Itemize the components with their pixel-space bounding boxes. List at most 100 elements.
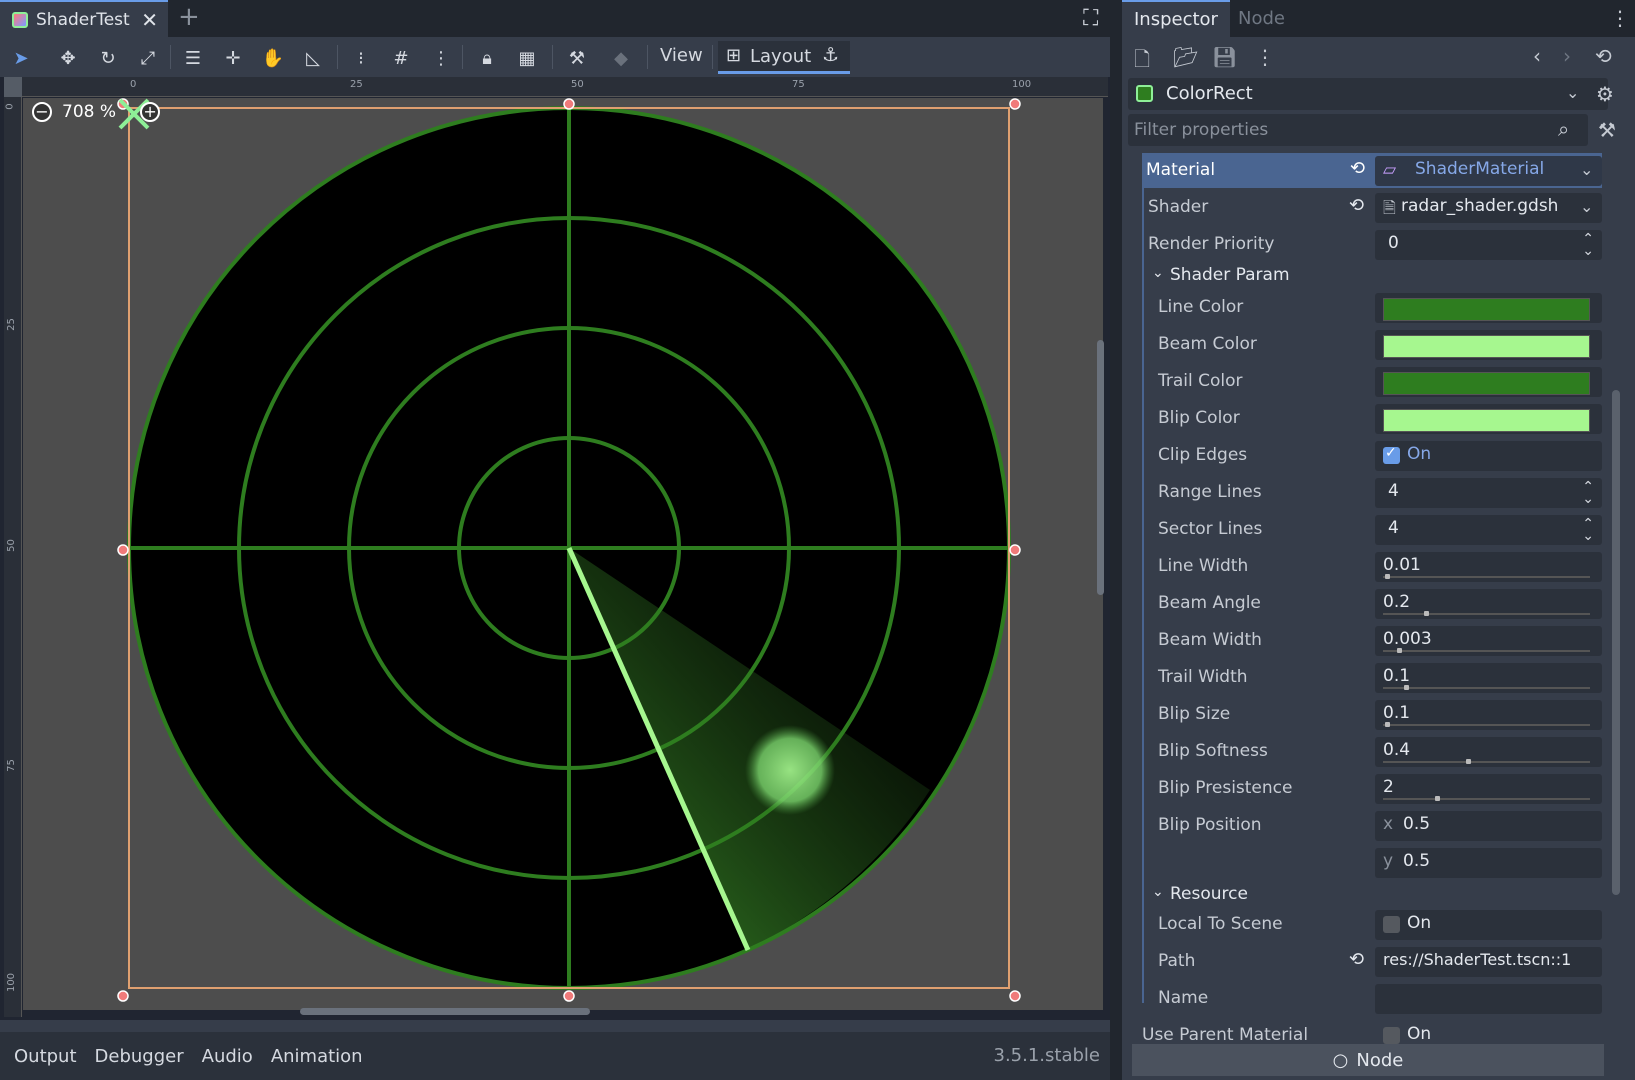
shader-param-section[interactable]: ⌄ Shader Param <box>1152 263 1452 291</box>
dock-divider[interactable] <box>1110 0 1122 1080</box>
slider-knob[interactable] <box>1403 685 1409 690</box>
blip-softness-row: Blip Softness 0.4 <box>1142 734 1602 769</box>
zoom-in-icon[interactable]: + <box>140 102 161 122</box>
inspector-scrollbar[interactable] <box>1612 390 1620 895</box>
render-priority-row: Render Priority 0 ⌃ ⌄ <box>1142 227 1602 262</box>
version-label: 3.5.1.stable <box>993 1045 1101 1066</box>
line-color-row: Line Color <box>1142 290 1602 325</box>
tab-debugger[interactable]: Debugger <box>95 1046 184 1067</box>
object-docs-icon[interactable]: ⚙ <box>1596 82 1614 106</box>
blip-x-value: 0.5 <box>1403 814 1431 834</box>
history-forward-icon[interactable]: › <box>1563 44 1571 68</box>
spin-arrows-icon[interactable]: ⌃ ⌄ <box>1582 232 1594 258</box>
blip-color-field[interactable] <box>1375 404 1602 434</box>
tab-audio[interactable]: Audio <box>202 1046 253 1067</box>
trail-width-slider[interactable]: 0.1 <box>1375 663 1602 693</box>
beam-color-swatch[interactable] <box>1383 335 1590 358</box>
tab-output[interactable]: Output <box>14 1046 77 1067</box>
resource-title: Resource <box>1170 884 1248 904</box>
zoom-out-icon[interactable]: − <box>32 102 52 122</box>
material-value[interactable]: ▱ ShaderMaterial ⌄ <box>1375 156 1602 186</box>
line-color-swatch[interactable] <box>1383 298 1590 321</box>
save-icon[interactable]: 💾︎ <box>1212 45 1237 69</box>
blip-softness-label: Blip Softness <box>1158 741 1268 761</box>
range-lines-spinbox[interactable]: 4 ⌃ ⌄ <box>1375 478 1602 508</box>
beam-color-row: Beam Color <box>1142 327 1602 362</box>
render-priority-label: Render Priority <box>1148 234 1275 254</box>
trail-color-swatch[interactable] <box>1383 372 1590 395</box>
slider-knob[interactable] <box>1397 648 1403 653</box>
blip-color-swatch[interactable] <box>1383 409 1590 432</box>
checkbox-unchecked-icon[interactable] <box>1383 1027 1400 1044</box>
blip-y-value: 0.5 <box>1403 851 1431 871</box>
beam-color-field[interactable] <box>1375 330 1602 360</box>
material-row[interactable]: Material ⟲ ▱ ShaderMaterial ⌄ <box>1142 153 1602 188</box>
slider-track <box>1383 648 1590 653</box>
tab-inspector[interactable]: Inspector <box>1122 0 1230 37</box>
zoom-level[interactable]: 708 % <box>62 102 116 122</box>
reset-icon[interactable]: ⟲ <box>1349 195 1364 216</box>
spin-arrows-icon[interactable]: ⌃ ⌄ <box>1582 480 1594 506</box>
node-footer-button[interactable]: ○ Node <box>1132 1044 1604 1076</box>
blip-presistence-slider[interactable]: 2 <box>1375 774 1602 804</box>
name-field[interactable] <box>1375 984 1602 1014</box>
local-to-scene-checkbox[interactable]: On <box>1375 910 1602 940</box>
sector-lines-spinbox[interactable]: 4 ⌃ ⌄ <box>1375 515 1602 545</box>
beam-angle-slider[interactable]: 0.2 <box>1375 589 1602 619</box>
beam-width-row: Beam Width 0.003 <box>1142 623 1602 658</box>
dock-menu-icon[interactable]: ⋮ <box>1610 6 1630 30</box>
blip-position-y-field[interactable]: y 0.5 <box>1375 848 1602 878</box>
object-selector[interactable]: ColorRect ⌄ <box>1128 78 1608 110</box>
tab-animation[interactable]: Animation <box>271 1046 363 1067</box>
local-to-scene-label: Local To Scene <box>1158 914 1283 934</box>
blip-position-y-row: y 0.5 <box>1142 845 1602 880</box>
blip-softness-slider[interactable]: 0.4 <box>1375 737 1602 767</box>
horizontal-scrollbar[interactable] <box>300 1008 590 1015</box>
trail-color-field[interactable] <box>1375 367 1602 397</box>
y-axis-label: y <box>1383 851 1394 871</box>
slider-knob[interactable] <box>1434 796 1440 801</box>
blip-softness-value: 0.4 <box>1383 740 1411 760</box>
slider-knob[interactable] <box>1424 611 1430 616</box>
chevron-down-icon: ⌄ <box>1152 265 1164 281</box>
radar-render <box>117 98 1021 1002</box>
line-color-label: Line Color <box>1158 297 1244 317</box>
beam-width-slider[interactable]: 0.003 <box>1375 626 1602 656</box>
chevron-down-icon[interactable]: ⌄ <box>1580 197 1593 216</box>
blip-position-x-field[interactable]: x 0.5 <box>1375 811 1602 841</box>
shader-value[interactable]: 🗎 radar_shader.gdsh ⌄ <box>1375 193 1602 223</box>
checkbox-unchecked-icon[interactable] <box>1383 916 1400 933</box>
vertical-scrollbar[interactable] <box>1097 340 1104 595</box>
more-icon[interactable]: ⋮ <box>1255 45 1275 69</box>
filter-properties-field[interactable]: Filter properties ⌕ <box>1128 114 1588 146</box>
shader-row: Shader ⟲ 🗎 radar_shader.gdsh ⌄ <box>1142 190 1602 225</box>
name-row: Name <box>1142 981 1602 1016</box>
trail-width-row: Trail Width 0.1 <box>1142 660 1602 695</box>
history-back-icon[interactable]: ‹ <box>1533 44 1541 68</box>
spin-arrows-icon[interactable]: ⌃ ⌄ <box>1582 517 1594 543</box>
line-color-field[interactable] <box>1375 293 1602 323</box>
reset-icon[interactable]: ⟲ <box>1349 949 1364 970</box>
new-resource-icon[interactable]: 🗋 <box>1134 45 1150 79</box>
range-lines-value: 4 <box>1388 481 1399 501</box>
clip-edges-checkbox[interactable]: ✓ On <box>1375 441 1602 471</box>
blip-size-slider[interactable]: 0.1 <box>1375 700 1602 730</box>
tab-node[interactable]: Node <box>1226 0 1297 37</box>
open-folder-icon[interactable]: 📂︎ <box>1173 45 1198 69</box>
slider-knob[interactable] <box>1385 574 1391 579</box>
slider-knob[interactable] <box>1385 722 1391 727</box>
property-tools-icon[interactable]: ⚒ <box>1598 118 1616 142</box>
checkbox-checked-icon[interactable]: ✓ <box>1383 445 1400 464</box>
chevron-down-icon[interactable]: ⌄ <box>1566 83 1579 102</box>
render-priority-spinbox[interactable]: 0 ⌃ ⌄ <box>1375 230 1602 260</box>
shader-value-text: radar_shader.gdsh <box>1401 196 1559 216</box>
path-field[interactable]: res://ShaderTest.tscn::1 <box>1375 947 1602 977</box>
resource-section[interactable]: ⌄ Resource <box>1152 882 1452 910</box>
slider-track <box>1383 796 1590 801</box>
chevron-down-icon[interactable]: ⌄ <box>1580 160 1593 179</box>
history-icon[interactable]: ⟲ <box>1595 44 1612 68</box>
reset-icon[interactable]: ⟲ <box>1350 158 1365 179</box>
path-row: Path ⟲ res://ShaderTest.tscn::1 <box>1142 944 1602 979</box>
line-width-slider[interactable]: 0.01 <box>1375 552 1602 582</box>
slider-knob[interactable] <box>1465 759 1471 764</box>
